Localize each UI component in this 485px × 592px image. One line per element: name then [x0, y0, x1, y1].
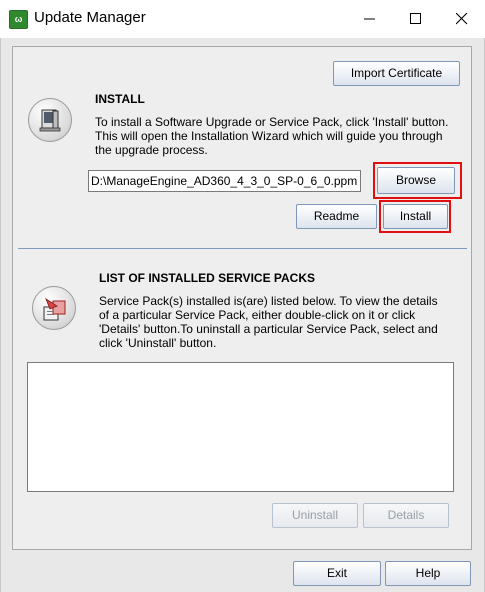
maximize-icon [410, 13, 421, 24]
window-title: Update Manager [34, 9, 146, 26]
app-icon: ω [9, 10, 28, 29]
maximize-button[interactable] [393, 0, 439, 38]
details-button[interactable]: Details [363, 503, 449, 528]
minimize-button[interactable] [347, 0, 393, 38]
service-packs-description-line-3: 'Details' button.To uninstall a particul… [99, 322, 438, 336]
readme-button[interactable]: Readme [296, 204, 377, 229]
install-description-line-3: the upgrade process. [95, 143, 208, 157]
install-button[interactable]: Install [383, 204, 448, 229]
title-bar: ω Update Manager [0, 0, 485, 38]
import-certificate-button[interactable]: Import Certificate [333, 61, 460, 86]
close-icon [456, 13, 468, 25]
service-packs-description-line-2: of a particular Service Pack, either dou… [99, 308, 416, 322]
close-button[interactable] [439, 0, 485, 38]
exit-button[interactable]: Exit [293, 561, 381, 586]
computer-icon [28, 98, 72, 142]
browse-button[interactable]: Browse [377, 167, 455, 194]
install-description-line-2: This will open the Installation Wizard w… [95, 129, 443, 143]
service-packs-heading: LIST OF INSTALLED SERVICE PACKS [99, 271, 316, 285]
ppm-path-field[interactable]: D:\ManageEngine_AD360_4_3_0_SP-0_6_0.ppm [88, 170, 361, 192]
minimize-icon [364, 18, 375, 20]
section-divider [18, 248, 467, 249]
uninstall-button[interactable]: Uninstall [272, 503, 358, 528]
service-pack-icon [32, 286, 76, 330]
help-button[interactable]: Help [385, 561, 471, 586]
service-packs-description-line-4: click 'Uninstall' button. [99, 336, 217, 350]
installed-service-packs-list[interactable] [27, 362, 454, 492]
service-packs-description-line-1: Service Pack(s) installed is(are) listed… [99, 294, 438, 308]
install-heading: INSTALL [95, 92, 145, 106]
install-description-line-1: To install a Software Upgrade or Service… [95, 115, 449, 129]
